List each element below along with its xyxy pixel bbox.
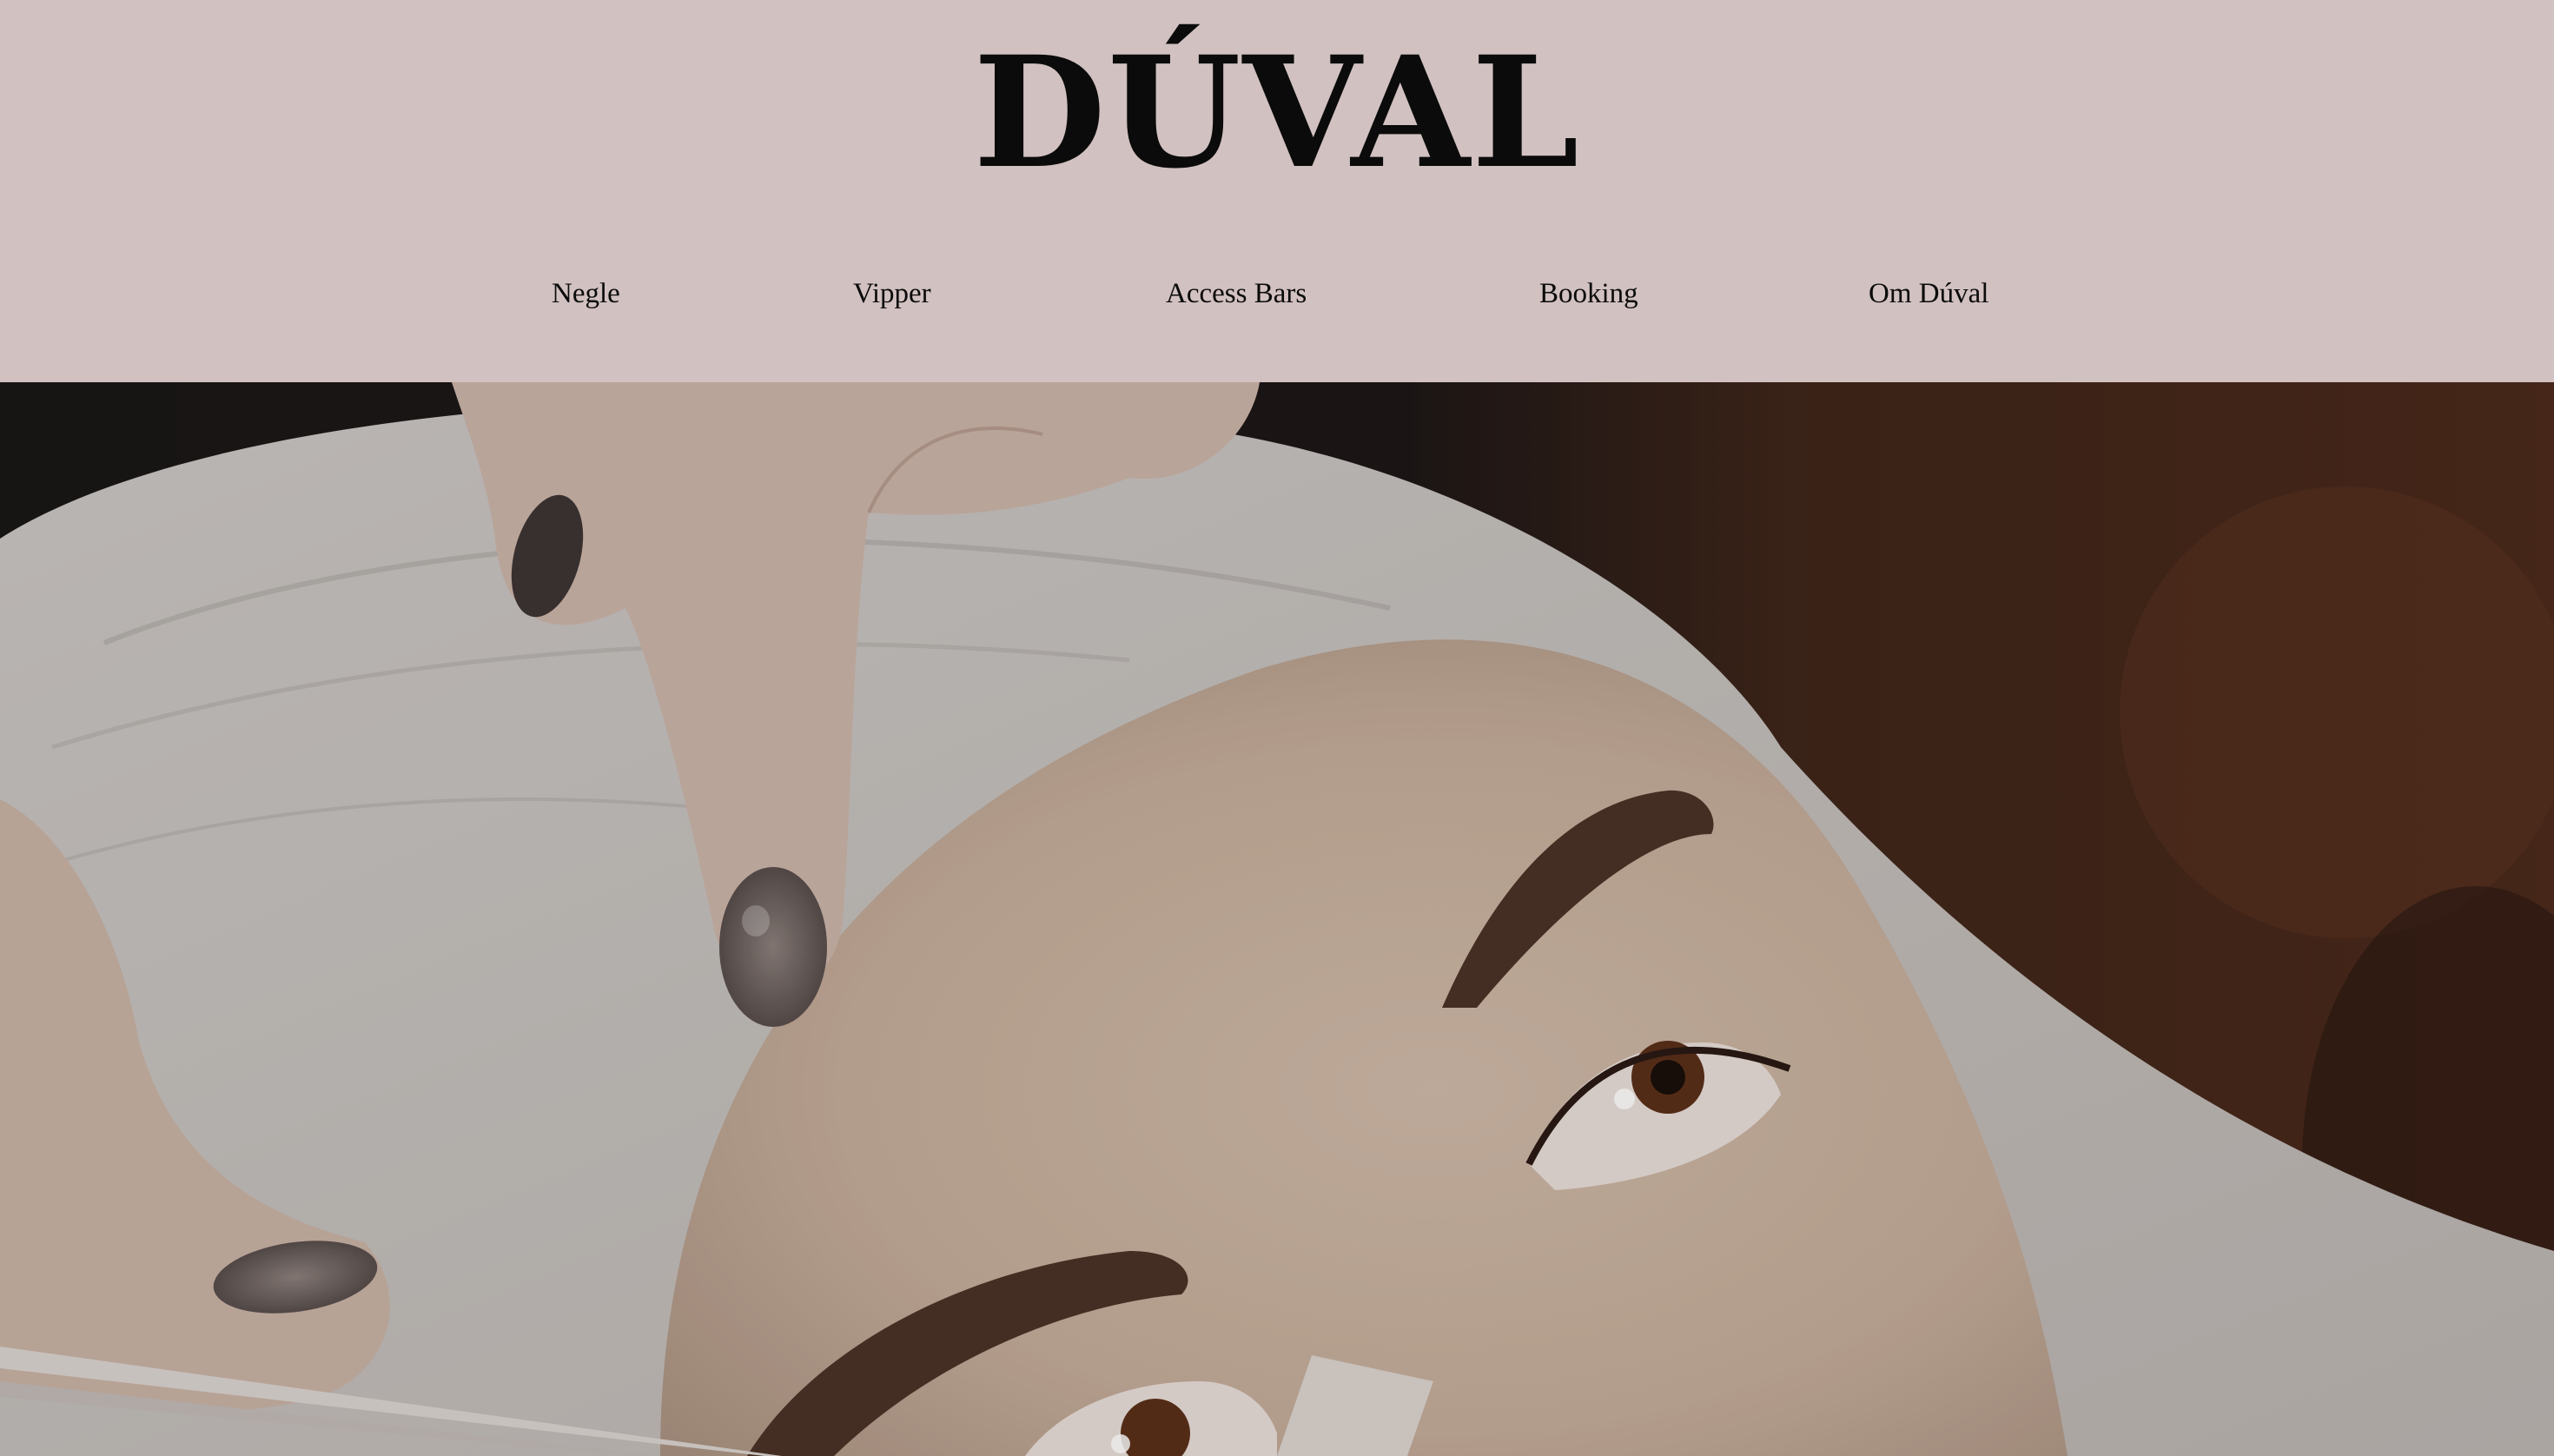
eyelash-treatment-photo-icon [0, 382, 2554, 1456]
site-logo[interactable]: DÚVAL [0, 26, 2554, 200]
hero-image [0, 382, 2554, 1456]
nav-item-negle[interactable]: Negle [552, 269, 620, 318]
site-header: DÚVAL Negle Vipper Access Bars Booking O… [0, 0, 2554, 382]
main-nav: Negle Vipper Access Bars Booking Om Dúva… [0, 269, 2554, 318]
nav-item-access-bars[interactable]: Access Bars [1166, 269, 1307, 318]
nav-item-vipper[interactable]: Vipper [853, 269, 931, 318]
nav-item-booking[interactable]: Booking [1539, 269, 1638, 318]
nav-item-om-duval[interactable]: Om Dúval [1869, 269, 1988, 318]
